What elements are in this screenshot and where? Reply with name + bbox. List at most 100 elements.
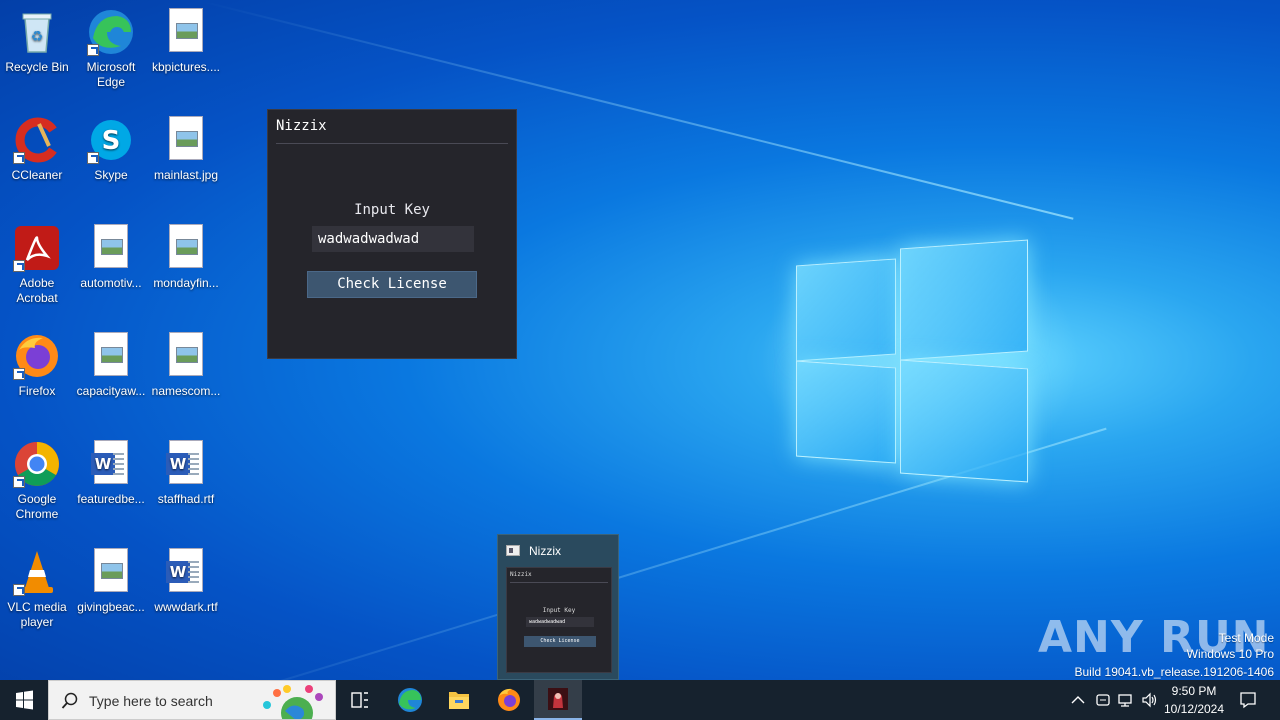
icon-label: wwwdark.rtf [154, 600, 218, 614]
preview-title: Nizzix [529, 544, 561, 558]
chrome-icon [13, 440, 61, 488]
nizzix-app-icon [548, 688, 568, 710]
image-file-icon [87, 548, 135, 596]
desktop-icon-file[interactable]: mondayfin... [149, 224, 223, 291]
desktop-icon-adobe-acrobat[interactable]: Adobe Acrobat [0, 224, 74, 306]
notifications-icon[interactable] [1238, 690, 1258, 710]
task-view-icon [351, 692, 368, 708]
desktop-icon-google-chrome[interactable]: Google Chrome [0, 440, 74, 522]
icon-label: namescom... [151, 384, 221, 398]
desktop-icon-firefox[interactable]: Firefox [0, 332, 74, 399]
onscreen-keyboard-icon[interactable] [1094, 692, 1112, 708]
icon-label: Recycle Bin [5, 60, 69, 74]
taskbar-firefox[interactable] [485, 680, 533, 720]
nizzix-app-window[interactable]: Nizzix Input Key Check License [267, 109, 517, 359]
icon-label: kbpictures.... [151, 60, 221, 74]
recycle-bin-icon: ♻ [13, 8, 61, 56]
desktop-icon-file[interactable]: kbpictures.... [149, 8, 223, 75]
icon-label: CCleaner [11, 168, 63, 182]
thumb-divider [510, 582, 608, 583]
desktop-icon-vlc[interactable]: VLC media player [0, 548, 74, 630]
thumb-title: Nizzix [510, 571, 532, 578]
icon-label: featuredbe... [77, 492, 145, 506]
license-key-input[interactable] [312, 226, 474, 252]
icon-label: automotiv... [80, 276, 142, 290]
desktop-icon-file[interactable]: W staffhad.rtf [149, 440, 223, 507]
input-key-label: Input Key [354, 202, 430, 218]
svg-text:S: S [102, 126, 121, 156]
windows-logo-wallpaper [796, 239, 1028, 483]
taskbar-window-preview[interactable]: Nizzix Nizzix Input Key wadwadwadwad Che… [497, 534, 619, 680]
desktop-icon-file[interactable]: givingbeac... [74, 548, 148, 615]
image-file-icon [162, 224, 210, 272]
taskbar: Type here to search 9:50 PM 10/12/2024 [0, 680, 1280, 720]
network-icon[interactable] [1117, 692, 1135, 708]
image-file-icon [87, 224, 135, 272]
shortcut-arrow-icon [13, 584, 25, 596]
desktop-icon-file[interactable]: W featuredbe... [74, 440, 148, 507]
firefox-icon [13, 332, 61, 380]
preview-thumbnail[interactable]: Nizzix Input Key wadwadwadwad Check Lice… [506, 567, 612, 673]
search-placeholder: Type here to search [89, 693, 213, 709]
edge-icon [87, 8, 135, 56]
desktop-icon-file[interactable]: W wwwdark.rtf [149, 548, 223, 615]
thumb-input: wadwadwadwad [526, 617, 594, 627]
search-highlight-icon [263, 685, 323, 719]
icon-label: staffhad.rtf [157, 492, 215, 506]
icon-label: Google Chrome [15, 492, 59, 521]
desktop-icon-file[interactable]: automotiv... [74, 224, 148, 291]
taskbar-edge[interactable] [386, 680, 434, 720]
taskbar-file-explorer[interactable] [435, 680, 483, 720]
shortcut-arrow-icon [13, 368, 25, 380]
image-file-icon [162, 332, 210, 380]
desktop-icon-file[interactable]: mainlast.jpg [149, 116, 223, 183]
shortcut-arrow-icon [87, 152, 99, 164]
ccleaner-icon [13, 116, 61, 164]
icon-label: Microsoft Edge [86, 60, 136, 89]
thumb-button: Check License [524, 636, 596, 647]
search-box[interactable]: Type here to search [48, 680, 336, 720]
desktop-icon-ccleaner[interactable]: CCleaner [0, 116, 74, 183]
search-icon [61, 692, 78, 709]
desktop-icon-microsoft-edge[interactable]: Microsoft Edge [74, 8, 148, 90]
windows-start-icon [16, 690, 33, 710]
windows-edition-text: Windows 10 Pro [1186, 647, 1274, 661]
icon-label: mondayfin... [153, 276, 219, 290]
check-license-button[interactable]: Check License [307, 271, 477, 298]
desktop-icon-file[interactable]: namescom... [149, 332, 223, 399]
clock-time[interactable]: 9:50 PM [1164, 684, 1224, 698]
adobe-acrobat-icon [13, 224, 61, 272]
svg-text:♻: ♻ [31, 28, 44, 44]
word-document-icon: W [162, 440, 210, 488]
icon-label: Adobe Acrobat [16, 276, 58, 305]
desktop-icon-recycle-bin[interactable]: ♻ Recycle Bin [0, 8, 74, 75]
start-button[interactable] [0, 680, 48, 720]
clock-date[interactable]: 10/12/2024 [1160, 702, 1228, 716]
desktop-icon-skype[interactable]: S Skype [74, 116, 148, 183]
icon-label: VLC media player [7, 600, 67, 629]
window-title: Nizzix [276, 118, 327, 134]
image-file-icon [162, 8, 210, 56]
skype-icon: S [87, 116, 135, 164]
title-divider [276, 143, 508, 144]
thumb-input-label: Input Key [542, 607, 576, 614]
icon-label: mainlast.jpg [153, 168, 219, 182]
taskbar-nizzix[interactable] [534, 680, 582, 720]
build-text: Build 19041.vb_release.191206-1406 [1074, 665, 1275, 679]
icon-label: givingbeac... [77, 600, 145, 614]
image-file-icon [87, 332, 135, 380]
test-mode-text: Test Mode [1218, 631, 1274, 645]
folder-icon [449, 692, 469, 709]
task-view-button[interactable] [336, 680, 384, 720]
word-document-icon: W [162, 548, 210, 596]
chevron-up-icon[interactable] [1070, 693, 1086, 707]
shortcut-arrow-icon [13, 260, 25, 272]
edge-icon [398, 688, 422, 712]
desktop-icon-file[interactable]: capacityaw... [74, 332, 148, 399]
volume-icon[interactable] [1141, 692, 1159, 708]
icon-label: Firefox [18, 384, 56, 398]
app-window-icon [506, 545, 520, 556]
shortcut-arrow-icon [87, 44, 99, 56]
firefox-icon [498, 688, 520, 711]
word-document-icon: W [87, 440, 135, 488]
